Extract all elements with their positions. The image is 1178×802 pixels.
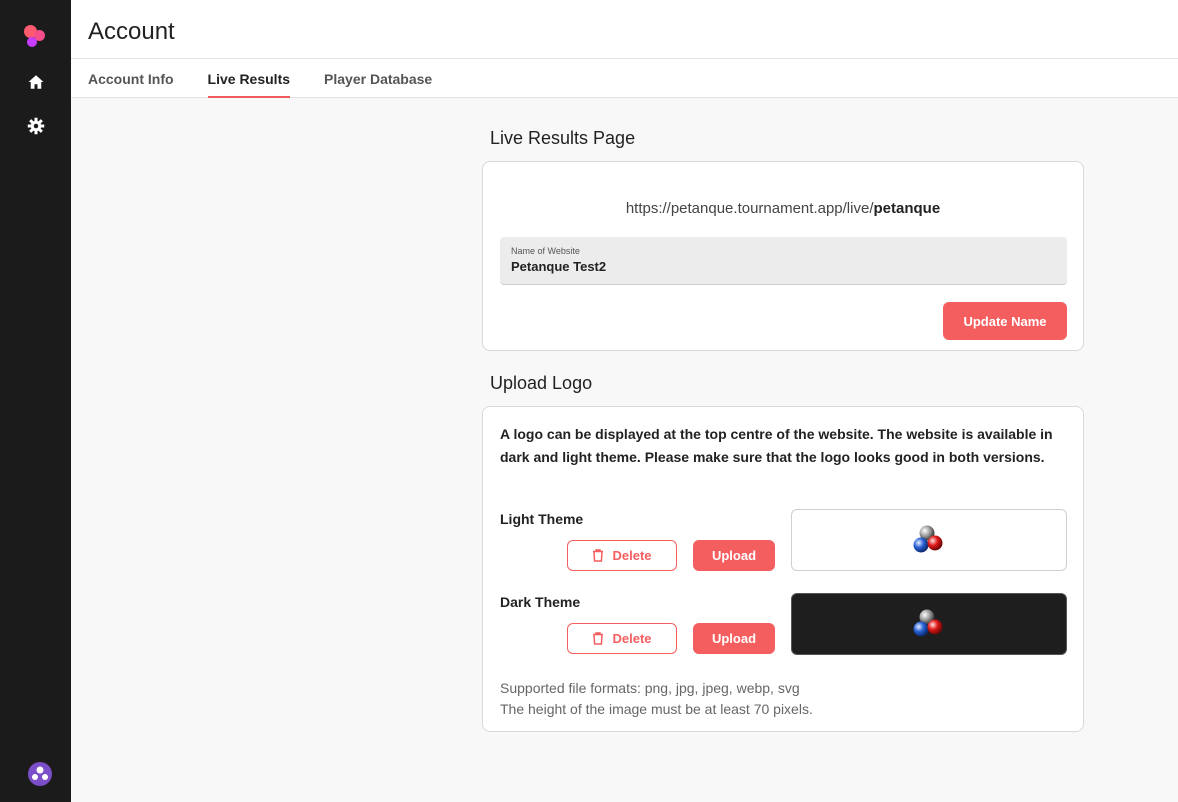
petanque-balls-logo [913,609,943,637]
tab-player-database[interactable]: Player Database [307,59,449,98]
live-url[interactable]: https://petanque.tournament.app/live/pet… [483,200,1083,217]
light-logo-preview [791,509,1067,571]
website-name-value[interactable]: Petanque Test2 [511,259,606,274]
tab-account-info[interactable]: Account Info [71,59,191,98]
home-icon[interactable] [24,70,48,94]
upload-logo-card: A logo can be displayed at the top centr… [482,406,1084,732]
petanque-balls-logo [913,525,943,553]
dark-logo-preview [791,593,1067,655]
logo-description: A logo can be displayed at the top centr… [500,426,1053,465]
light-theme-label: Light Theme [500,511,584,527]
file-format-notes: Supported file formats: png, jpg, jpeg, … [500,678,813,720]
light-delete-button[interactable]: Delete [567,540,677,571]
website-name-label: Name of Website [511,246,580,256]
user-avatar[interactable] [28,762,52,786]
dark-theme-label: Dark Theme [500,594,581,610]
update-name-button[interactable]: Update Name [943,302,1067,340]
website-name-field[interactable]: Name of Website Petanque Test2 [500,237,1067,285]
gear-icon[interactable] [24,114,48,138]
dark-delete-label: Delete [612,631,652,646]
tab-bar: Account Info Live Results Player Databas… [71,59,1178,98]
trash-icon [593,632,604,645]
dark-delete-button[interactable]: Delete [567,623,677,654]
supported-formats-text: Supported file formats: png, jpg, jpeg, … [500,680,800,696]
live-results-card: https://petanque.tournament.app/live/pet… [482,161,1084,351]
sidebar [0,0,71,802]
dark-upload-button[interactable]: Upload [693,623,775,654]
live-results-section-title: Live Results Page [490,128,636,148]
top-header: Account [71,0,1178,59]
light-upload-button[interactable]: Upload [693,540,775,571]
app-logo[interactable] [23,24,49,50]
trash-icon [593,549,604,562]
page-title: Account [88,18,175,45]
tab-live-results[interactable]: Live Results [191,59,307,98]
light-delete-label: Delete [612,548,652,563]
min-height-text: The height of the image must be at least… [500,701,813,717]
upload-logo-section-title: Upload Logo [490,373,593,393]
